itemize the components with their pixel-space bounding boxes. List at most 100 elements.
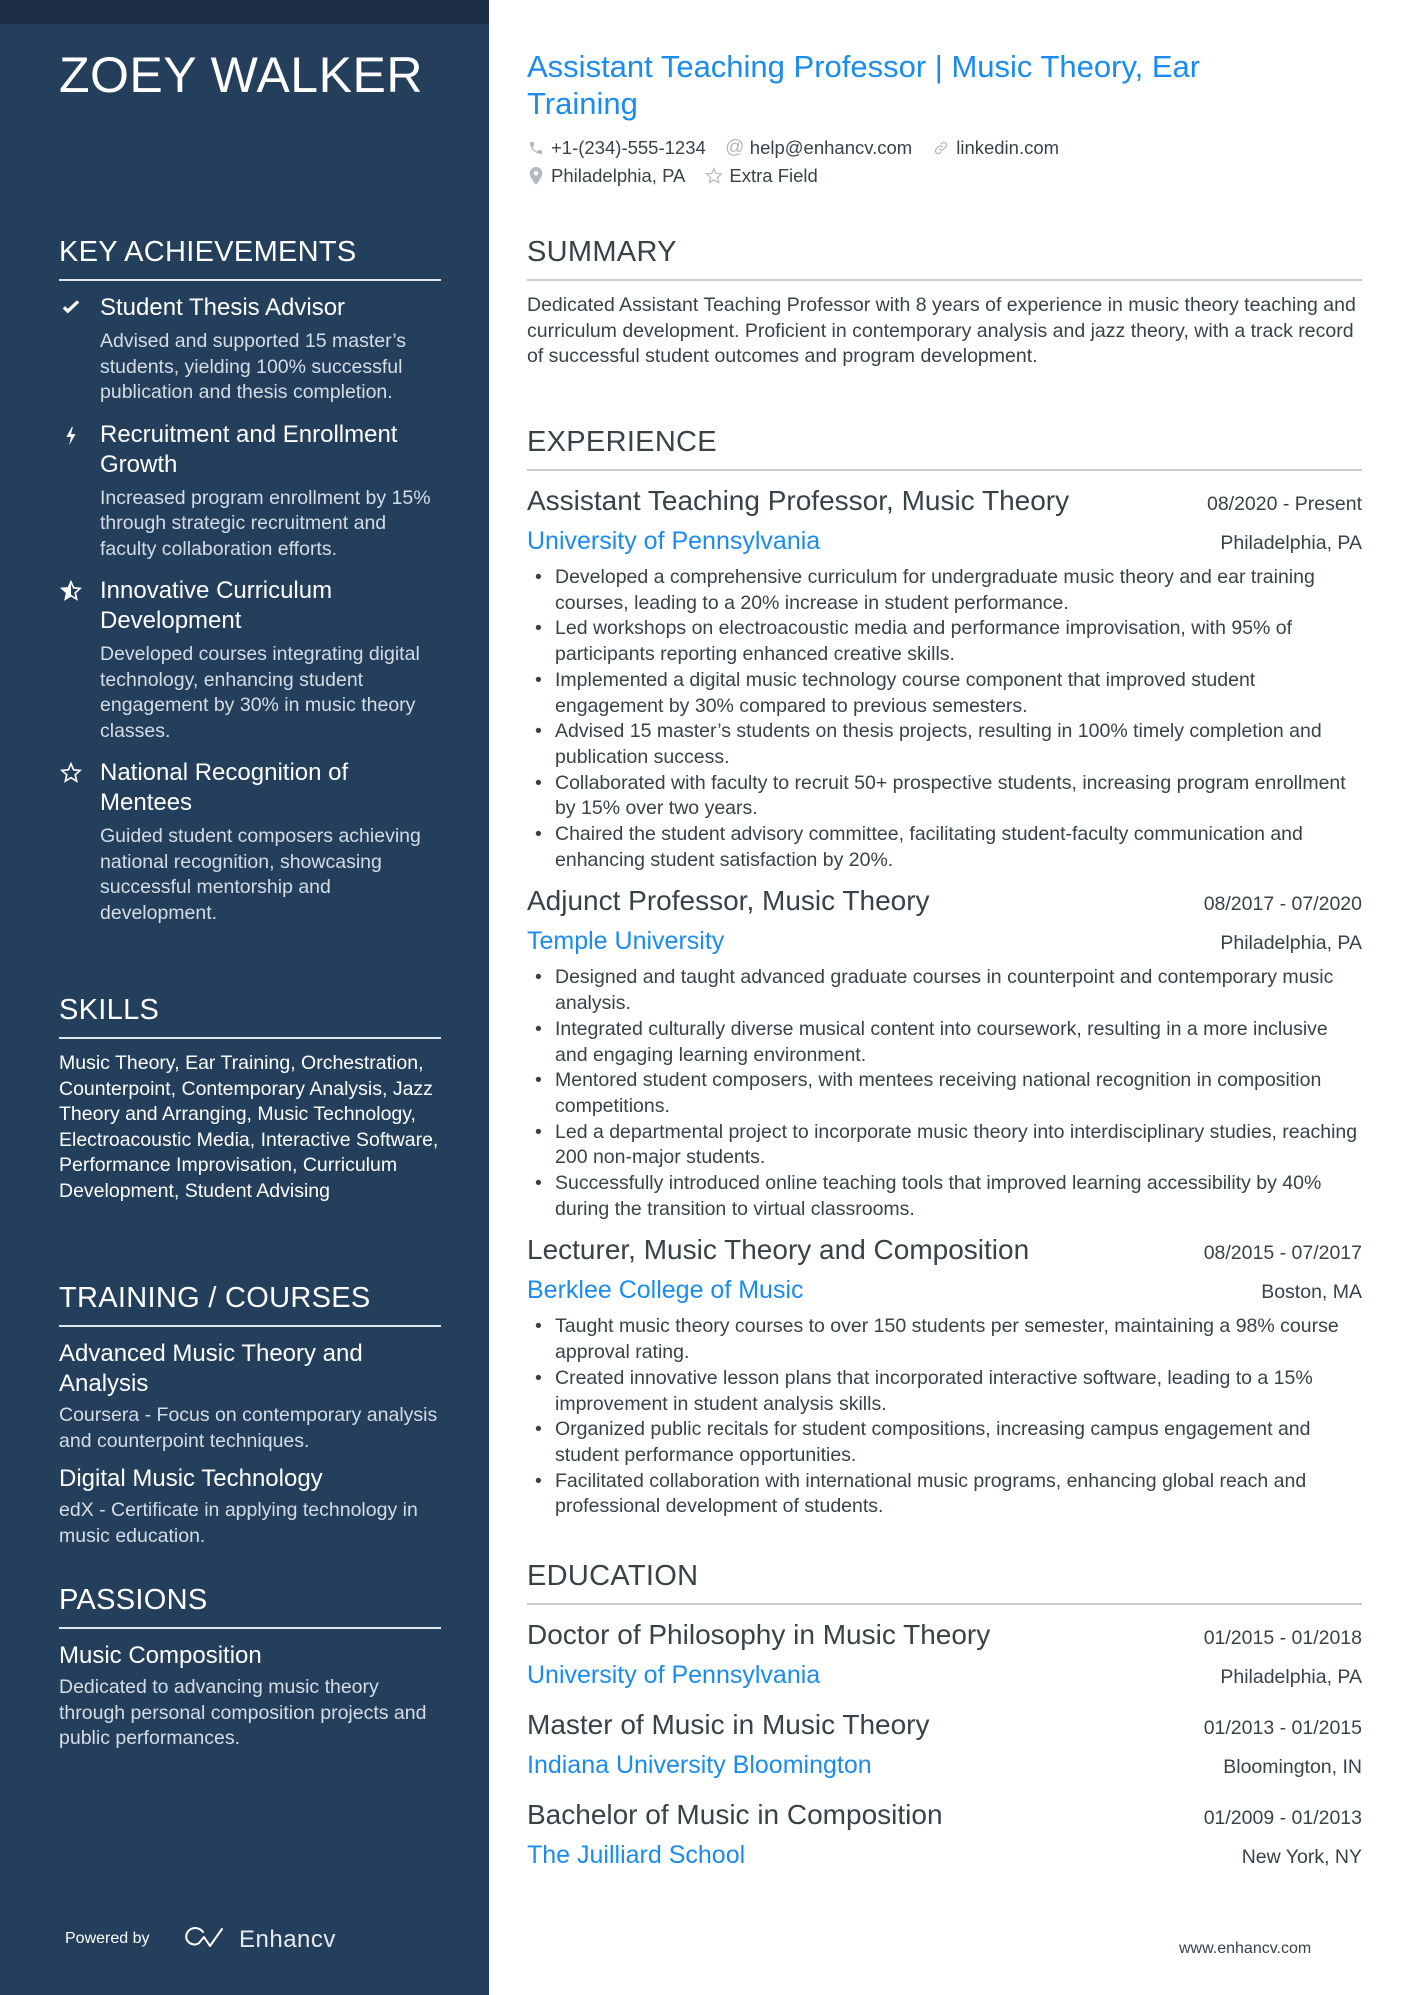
skills-heading: SKILLS bbox=[59, 994, 441, 1039]
email-text: help@enhancv.com bbox=[749, 137, 913, 158]
extra-field-text: Extra Field bbox=[729, 165, 818, 186]
experience-entry: Adjunct Professor, Music Theory 08/2017 … bbox=[527, 883, 1362, 1222]
skills-list: Music Theory, Ear Training, Orchestratio… bbox=[59, 1052, 439, 1202]
bullet-item: Created innovative lesson plans that inc… bbox=[535, 1366, 1362, 1417]
education-dates: 01/2015 - 01/2018 bbox=[1203, 1627, 1362, 1649]
job-location: Philadelphia, PA bbox=[1220, 932, 1362, 955]
training-section: TRAINING / COURSES Advanced Music Theory… bbox=[59, 1282, 441, 1559]
contact-extra: Extra Field bbox=[705, 165, 818, 187]
link-text: linkedin.com bbox=[956, 137, 1060, 158]
job-role: Assistant Teaching Professor, Music Theo… bbox=[527, 485, 1070, 516]
education-dates: 01/2009 - 01/2013 bbox=[1203, 1807, 1362, 1829]
phone-text: +1-(234)-555-1234 bbox=[551, 137, 706, 158]
education-location: Philadelphia, PA bbox=[1220, 1666, 1362, 1688]
education-entry: Master of Music in Music Theory 01/2013 … bbox=[527, 1707, 1362, 1783]
enhancv-logo[interactable]: Enhancv bbox=[183, 1924, 336, 1955]
achievement-title: Student Thesis Advisor bbox=[100, 294, 346, 321]
enhancv-logo-icon bbox=[183, 1924, 229, 1955]
passions-section: PASSIONS Music Composition Dedicated to … bbox=[59, 1584, 441, 1762]
education-entry: Bachelor of Music in Composition 01/2009… bbox=[527, 1797, 1362, 1873]
job-dates: 08/2015 - 07/2017 bbox=[1203, 1242, 1362, 1265]
achievement-title: National Recognition of Mentees bbox=[100, 759, 349, 816]
achievement-item: Recruitment and Enrollment Growth Increa… bbox=[59, 420, 441, 563]
bullet-item: Collaborated with faculty to recruit 50+… bbox=[535, 771, 1362, 822]
job-organization[interactable]: University of Pennsylvania bbox=[527, 523, 820, 559]
contact-phone[interactable]: +1-(234)-555-1234 bbox=[527, 137, 706, 159]
summary-section: SUMMARY Dedicated Assistant Teaching Pro… bbox=[527, 236, 1362, 370]
achievement-description: Guided student composers achieving natio… bbox=[100, 825, 421, 924]
job-organization[interactable]: Temple University bbox=[527, 923, 724, 959]
summary-heading: SUMMARY bbox=[527, 236, 1362, 281]
experience-heading: EXPERIENCE bbox=[527, 426, 1362, 471]
bullet-item: Developed a comprehensive curriculum for… bbox=[535, 565, 1362, 616]
star-outline-icon bbox=[59, 761, 83, 786]
experience-entry: Assistant Teaching Professor, Music Theo… bbox=[527, 483, 1362, 873]
skills-section: SKILLS Music Theory, Ear Training, Orche… bbox=[59, 994, 441, 1204]
bullet-item: Led a departmental project to incorporat… bbox=[535, 1120, 1362, 1171]
job-location: Philadelphia, PA bbox=[1220, 532, 1362, 554]
powered-by-label: Powered by bbox=[65, 1930, 150, 1947]
job-bullets: Designed and taught advanced graduate co… bbox=[527, 965, 1362, 1222]
achievement-item: Student Thesis Advisor Advised and suppo… bbox=[59, 293, 441, 406]
job-organization[interactable]: Berklee College of Music bbox=[527, 1272, 804, 1308]
contact-info: +1-(234)-555-1234 @ help@enhancv.com lin… bbox=[527, 134, 1059, 190]
passion-title: Music Composition bbox=[59, 1642, 262, 1669]
bullet-item: Designed and taught advanced graduate co… bbox=[535, 965, 1362, 1016]
school[interactable]: University of Pennsylvania bbox=[527, 1657, 820, 1693]
bullet-item: Successfully introduced online teaching … bbox=[535, 1171, 1362, 1222]
achievement-description: Developed courses integrating digital te… bbox=[100, 643, 420, 742]
degree: Doctor of Philosophy in Music Theory bbox=[527, 1619, 991, 1650]
bullet-item: Mentored student composers, with mentees… bbox=[535, 1068, 1362, 1119]
sidebar-top-strip bbox=[0, 0, 489, 24]
footer-website-link[interactable]: www.enhancv.com bbox=[1179, 1940, 1311, 1958]
achievement-description: Increased program enrollment by 15% thro… bbox=[100, 486, 431, 560]
course-description: Coursera - Focus on contemporary analysi… bbox=[59, 1404, 438, 1452]
contact-link[interactable]: linkedin.com bbox=[932, 137, 1059, 159]
phone-icon bbox=[527, 139, 545, 157]
summary-text: Dedicated Assistant Teaching Professor w… bbox=[527, 294, 1356, 368]
star-half-icon bbox=[59, 579, 83, 604]
achievement-title: Innovative Curriculum Development bbox=[100, 577, 333, 634]
education-entry: Doctor of Philosophy in Music Theory 01/… bbox=[527, 1617, 1362, 1693]
education-section: EDUCATION Doctor of Philosophy in Music … bbox=[527, 1560, 1362, 1887]
location-pin-icon bbox=[527, 167, 545, 185]
achievement-title: Recruitment and Enrollment Growth bbox=[100, 420, 398, 478]
job-bullets: Taught music theory courses to over 150 … bbox=[527, 1314, 1362, 1520]
education-dates: 01/2013 - 01/2015 bbox=[1203, 1717, 1362, 1739]
location-text: Philadelphia, PA bbox=[551, 165, 686, 186]
training-heading: TRAINING / COURSES bbox=[59, 1282, 441, 1327]
link-icon bbox=[932, 139, 950, 157]
school[interactable]: Indiana University Bloomington bbox=[527, 1747, 872, 1783]
job-location: Boston, MA bbox=[1261, 1281, 1362, 1304]
candidate-name: ZOEY WALKER bbox=[59, 47, 423, 103]
contact-email[interactable]: @ help@enhancv.com bbox=[725, 137, 913, 159]
contact-location: Philadelphia, PA bbox=[527, 165, 685, 187]
key-achievements-section: KEY ACHIEVEMENTS Student Thesis Advisor … bbox=[59, 236, 441, 940]
job-dates: 08/2017 - 07/2020 bbox=[1203, 893, 1362, 916]
bullet-item: Implemented a digital music technology c… bbox=[535, 668, 1362, 719]
school[interactable]: The Juilliard School bbox=[527, 1837, 745, 1873]
star-outline-icon bbox=[705, 167, 724, 185]
experience-entry: Lecturer, Music Theory and Composition 0… bbox=[527, 1232, 1362, 1520]
education-heading: EDUCATION bbox=[527, 1560, 1362, 1605]
key-achievements-heading: KEY ACHIEVEMENTS bbox=[59, 236, 441, 281]
passion-description: Dedicated to advancing music theory thro… bbox=[59, 1676, 427, 1749]
job-title-headline: Assistant Teaching Professor | Music The… bbox=[527, 49, 1201, 121]
course-title: Digital Music Technology bbox=[59, 1465, 323, 1492]
course-description: edX - Certificate in applying technology… bbox=[59, 1499, 418, 1547]
sidebar: ZOEY WALKER KEY ACHIEVEMENTS Student The… bbox=[0, 0, 489, 1995]
education-location: Bloomington, IN bbox=[1223, 1756, 1362, 1778]
degree: Master of Music in Music Theory bbox=[527, 1709, 930, 1740]
bullet-item: Led workshops on electroacoustic media a… bbox=[535, 616, 1362, 667]
achievement-item: Innovative Curriculum Development Develo… bbox=[59, 576, 441, 744]
achievement-item: National Recognition of Mentees Guided s… bbox=[59, 758, 441, 926]
bullet-item: Integrated culturally diverse musical co… bbox=[535, 1017, 1362, 1068]
bullet-item: Advised 15 master’s students on thesis p… bbox=[535, 719, 1362, 770]
enhancv-brand-name: Enhancv bbox=[239, 1925, 336, 1953]
lightning-icon bbox=[59, 424, 83, 448]
job-dates: 08/2020 - Present bbox=[1206, 493, 1362, 515]
check-icon bbox=[59, 297, 83, 321]
job-role: Adjunct Professor, Music Theory bbox=[527, 885, 930, 917]
course-title: Advanced Music Theory and Analysis bbox=[59, 1340, 363, 1397]
job-bullets: Developed a comprehensive curriculum for… bbox=[527, 565, 1362, 873]
